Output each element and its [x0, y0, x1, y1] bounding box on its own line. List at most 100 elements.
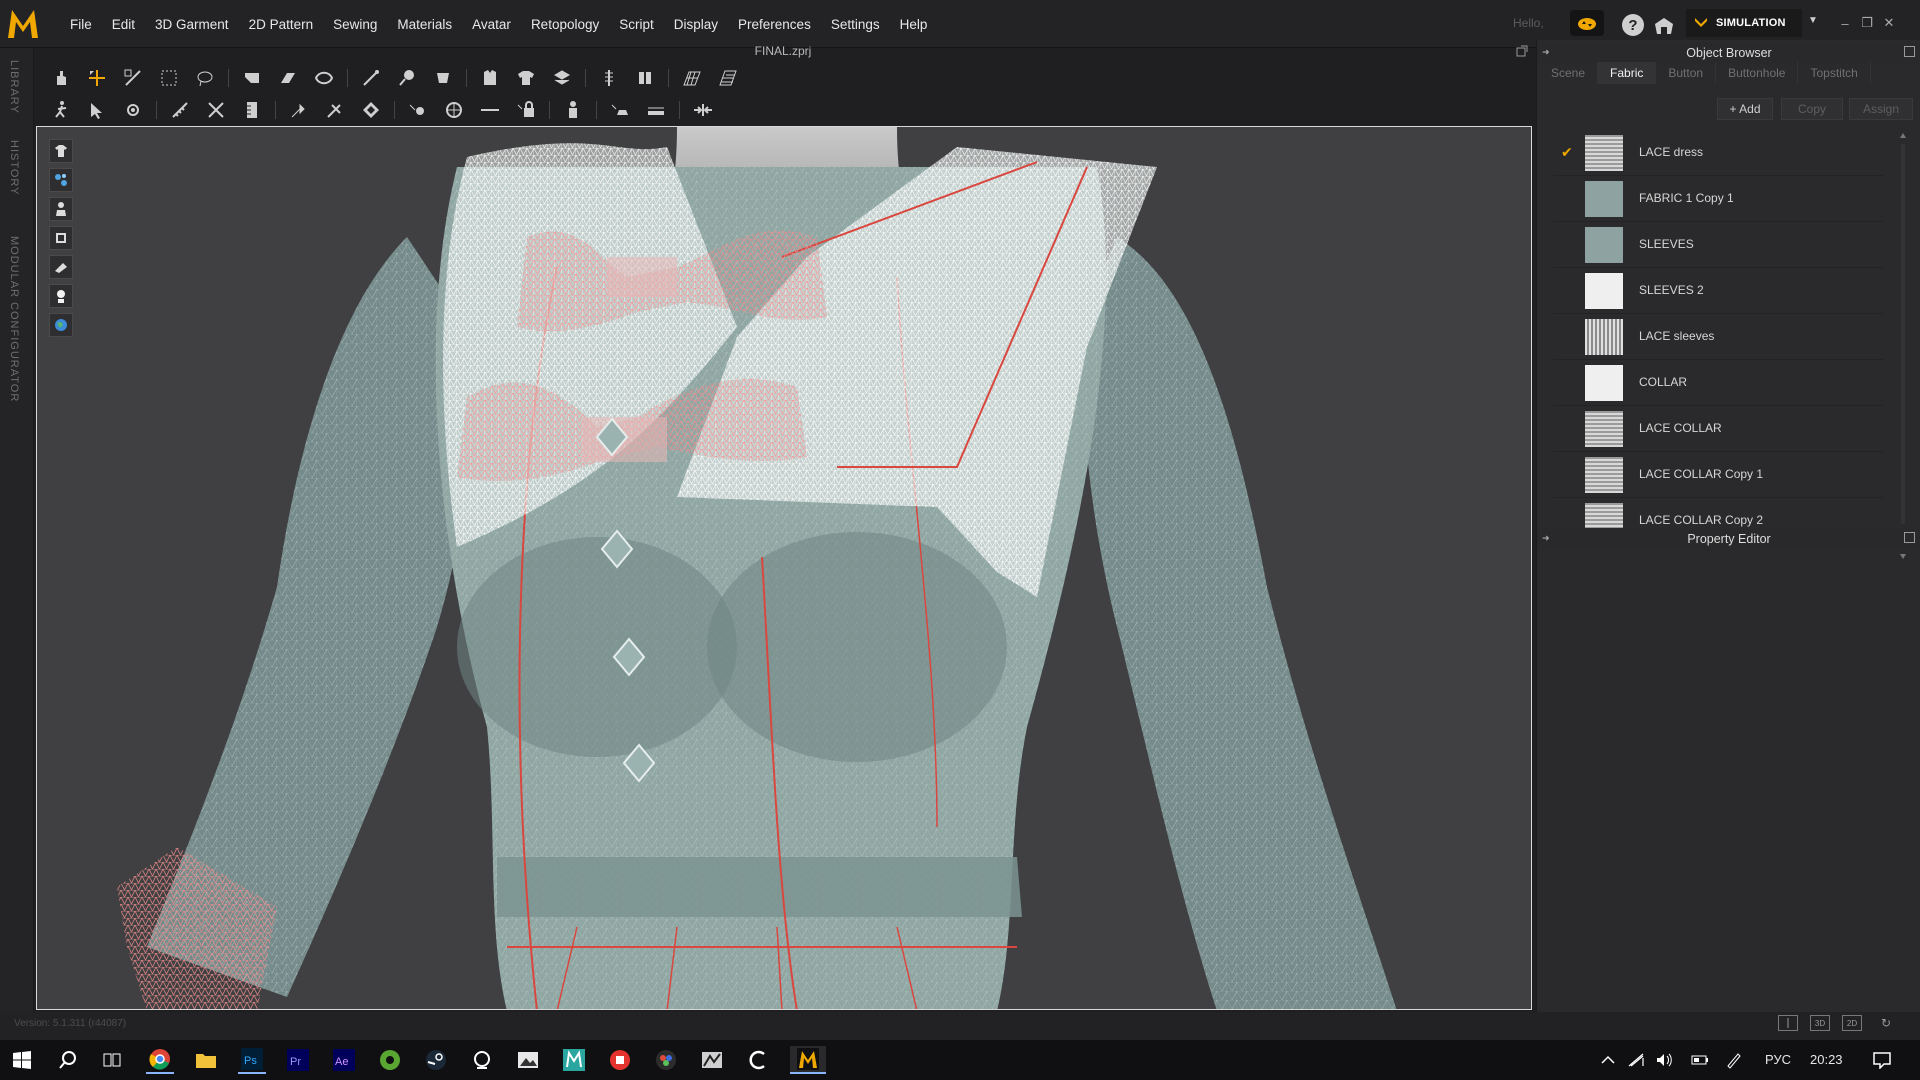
show-fabric-texture-toggle[interactable] — [49, 255, 73, 279]
surface-tool[interactable] — [643, 97, 669, 123]
start-button[interactable] — [8, 1046, 36, 1074]
tack-tool[interactable] — [430, 65, 456, 91]
battery-icon[interactable] — [1690, 1046, 1710, 1074]
pin-box-tool[interactable] — [322, 97, 348, 123]
cloud-sync-button[interactable] — [1570, 10, 1604, 36]
select-move-tool[interactable] — [48, 65, 74, 91]
menu-help[interactable]: Help — [890, 0, 938, 48]
mode-selector[interactable]: SIMULATION ▼ — [1686, 9, 1818, 37]
shrink-tool[interactable] — [513, 65, 539, 91]
button-tool[interactable] — [632, 65, 658, 91]
show-layers-toggle[interactable] — [49, 226, 73, 250]
menu-sewing[interactable]: Sewing — [323, 0, 387, 48]
menu-avatar[interactable]: Avatar — [462, 0, 521, 48]
zipper-tool[interactable] — [596, 65, 622, 91]
split-view-button[interactable] — [1778, 1015, 1798, 1031]
viewport-float-icon[interactable] — [1516, 45, 1528, 57]
taskbar-media-encoder[interactable] — [376, 1046, 404, 1074]
avatar-measure-tool[interactable] — [239, 97, 265, 123]
lock-tool[interactable] — [513, 97, 539, 123]
fabric-row[interactable]: LACE COLLAR — [1553, 406, 1883, 452]
flatten-tool[interactable] — [607, 97, 633, 123]
show-garment-toggle[interactable] — [49, 139, 73, 163]
taskbar-cinema[interactable] — [744, 1046, 772, 1074]
free-sewing-tool[interactable] — [394, 65, 420, 91]
menu-materials[interactable]: Materials — [387, 0, 462, 48]
show-physics-toggle[interactable] — [49, 168, 73, 192]
layer-tool[interactable] — [549, 65, 575, 91]
tab-library[interactable]: LIBRARY — [8, 60, 20, 114]
fabric-row[interactable]: SLEEVES 2 — [1553, 268, 1883, 314]
avatar-size-tool[interactable] — [560, 97, 586, 123]
show-avatar-toggle[interactable] — [49, 197, 73, 221]
menu-preferences[interactable]: Preferences — [728, 0, 821, 48]
snap-tool[interactable] — [690, 97, 716, 123]
taskbar-photoshop[interactable]: Ps — [238, 1046, 266, 1074]
menu-retopology[interactable]: Retopology — [521, 0, 609, 48]
fabric-row[interactable]: SLEEVES — [1553, 222, 1883, 268]
pin-icon[interactable]: ➜ — [1542, 533, 1550, 544]
lasso-select-tool[interactable] — [192, 65, 218, 91]
fabric-list-scrollbar[interactable] — [1897, 130, 1909, 562]
texture-edit-tool[interactable] — [679, 65, 705, 91]
marketplace-icon[interactable] — [1652, 14, 1676, 36]
tab-history[interactable]: HISTORY — [8, 140, 20, 196]
segment-sewing-tool[interactable] — [358, 65, 384, 91]
menu-edit[interactable]: Edit — [102, 0, 145, 48]
show-avatar-texture-toggle[interactable] — [49, 284, 73, 308]
fabric-row[interactable]: ✔ LACE dress — [1553, 130, 1883, 176]
close-button[interactable]: ✕ — [1880, 14, 1898, 32]
volume-icon[interactable] — [1654, 1046, 1674, 1074]
help-icon[interactable]: ? — [1622, 14, 1644, 36]
float-window-icon[interactable] — [1904, 532, 1915, 543]
float-window-icon[interactable] — [1904, 46, 1915, 57]
menu-3d-garment[interactable]: 3D Garment — [145, 0, 239, 48]
select-mesh-tool[interactable] — [84, 65, 110, 91]
refresh-icon[interactable]: ↻ — [1876, 1015, 1896, 1031]
fabric-row[interactable]: COLLAR — [1553, 360, 1883, 406]
environment-toggle[interactable] — [49, 313, 73, 337]
restore-button[interactable]: ❐ — [1858, 14, 1876, 32]
menu-file[interactable]: File — [60, 0, 102, 48]
task-view-button[interactable] — [98, 1046, 126, 1074]
fold-3d-tool[interactable] — [275, 65, 301, 91]
tab-modular-configurator[interactable]: MODULAR CONFIGURATOR — [8, 236, 20, 402]
pin-tool[interactable] — [286, 97, 312, 123]
taskbar-steam[interactable] — [422, 1046, 450, 1074]
taskbar-marvelous-designer[interactable] — [790, 1046, 826, 1074]
tab-topstitch[interactable]: Topstitch — [1798, 62, 1871, 84]
fabric-row[interactable]: FABRIC 1 Copy 1 — [1553, 176, 1883, 222]
taskbar-zbrush[interactable] — [698, 1046, 726, 1074]
network-icon[interactable] — [1626, 1046, 1646, 1074]
menu-display[interactable]: Display — [664, 0, 728, 48]
copy-fabric-button[interactable]: Copy — [1781, 98, 1843, 120]
taskbar-photos[interactable] — [514, 1046, 542, 1074]
cross-section-tool[interactable] — [441, 97, 467, 123]
taskbar-premiere[interactable]: Pr — [284, 1046, 312, 1074]
graphic-tool[interactable] — [715, 65, 741, 91]
pen-icon[interactable] — [1724, 1046, 1744, 1074]
taskbar-chrome[interactable] — [146, 1046, 174, 1074]
3d-view-button[interactable]: 3D — [1810, 1015, 1830, 1031]
box-select-tool[interactable] — [156, 65, 182, 91]
notifications-icon[interactable] — [1868, 1046, 1896, 1074]
strengthen-tool[interactable] — [477, 65, 503, 91]
tab-buttonhole[interactable]: Buttonhole — [1716, 62, 1799, 84]
trim-tool[interactable] — [405, 97, 431, 123]
fabric-row[interactable]: LACE COLLAR Copy 1 — [1553, 452, 1883, 498]
fabric-row[interactable]: LACE sleeves — [1553, 314, 1883, 360]
arrangement-point-tool[interactable] — [120, 97, 146, 123]
tab-scene[interactable]: Scene — [1539, 62, 1599, 84]
circumference-tool[interactable] — [203, 97, 229, 123]
assign-fabric-button[interactable]: Assign — [1849, 98, 1913, 120]
unfold-tool[interactable] — [311, 65, 337, 91]
add-fabric-button[interactable]: + Add — [1717, 98, 1773, 120]
taskbar-app-search[interactable] — [468, 1046, 496, 1074]
tray-chevron-icon[interactable] — [1598, 1046, 1618, 1074]
menu-2d-pattern[interactable]: 2D Pattern — [239, 0, 324, 48]
tab-button[interactable]: Button — [1656, 62, 1717, 84]
app-logo[interactable] — [6, 6, 40, 42]
line-tool[interactable] — [477, 97, 503, 123]
taskbar-davinci[interactable] — [652, 1046, 680, 1074]
avatar-pose-tool[interactable] — [48, 97, 74, 123]
